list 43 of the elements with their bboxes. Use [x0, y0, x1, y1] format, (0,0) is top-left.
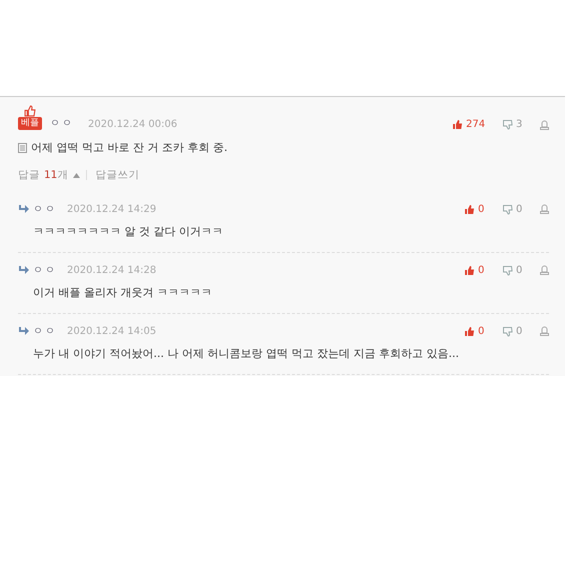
- reply-text: 누가 내 이야기 적어놨어... 나 어제 허니콤보랑 엽떡 먹고 잤는데 지금 후회하고 있음...: [33, 346, 460, 361]
- reply-label: 답글: [18, 168, 40, 182]
- like-button[interactable]: 0: [464, 326, 502, 336]
- thumbs-down-icon: [502, 326, 513, 336]
- author-name: ㅇㅇ: [33, 264, 57, 277]
- reply-unit: 개: [57, 168, 68, 182]
- alarm-icon[interactable]: [540, 326, 549, 336]
- comment-text: 어제 엽떡 먹고 바로 잔 거 조카 후회 중.: [31, 140, 228, 155]
- dislike-button[interactable]: 0: [502, 326, 540, 336]
- comment-date: 2020.12.24 14:29: [67, 204, 156, 214]
- dislike-button[interactable]: 0: [502, 204, 540, 214]
- thumbs-up-icon: [24, 105, 36, 117]
- reply-arrow-icon: [18, 266, 29, 274]
- thumbs-down-icon: [502, 204, 513, 214]
- write-reply-link[interactable]: 답글쓰기: [95, 168, 140, 182]
- thumbs-down-icon: [502, 119, 513, 130]
- comment-date: 2020.12.24 00:06: [88, 119, 178, 130]
- author-name: ㅇㅇ: [33, 325, 57, 338]
- reply-arrow-icon: [18, 205, 29, 213]
- alarm-icon[interactable]: [540, 120, 549, 130]
- dislike-button[interactable]: 3: [502, 119, 540, 130]
- comment-date: 2020.12.24 14:28: [67, 264, 156, 276]
- like-button[interactable]: 0: [464, 264, 502, 276]
- like-button[interactable]: 0: [464, 204, 502, 214]
- thumbs-up-icon: [464, 326, 475, 336]
- like-button[interactable]: 274: [452, 119, 502, 130]
- dislike-button[interactable]: 0: [502, 264, 540, 276]
- reply-text: ㅋㅋㅋㅋㅋㅋㅋㅋ 알 것 같다 이거ㅋㅋ: [33, 224, 224, 239]
- thumbs-down-icon: [502, 264, 513, 276]
- reply-text: 이거 배플 올리자 개웃겨 ㅋㅋㅋㅋㅋ: [33, 285, 213, 300]
- memo-icon: [18, 142, 27, 152]
- caret-icon[interactable]: [73, 172, 80, 178]
- author-name: ㅇㅇ: [50, 117, 74, 130]
- thumbs-up-icon: [464, 204, 475, 214]
- alarm-icon[interactable]: [540, 265, 549, 275]
- reply-arrow-icon: [18, 327, 29, 335]
- best-badge: 베플: [18, 117, 42, 130]
- thumbs-up-icon: [452, 119, 463, 130]
- thumbs-up-icon: [464, 264, 475, 276]
- author-name: ㅇㅇ: [33, 203, 57, 216]
- alarm-icon[interactable]: [540, 204, 549, 214]
- comment-date: 2020.12.24 14:05: [67, 326, 156, 336]
- reply-count: 11: [44, 169, 58, 181]
